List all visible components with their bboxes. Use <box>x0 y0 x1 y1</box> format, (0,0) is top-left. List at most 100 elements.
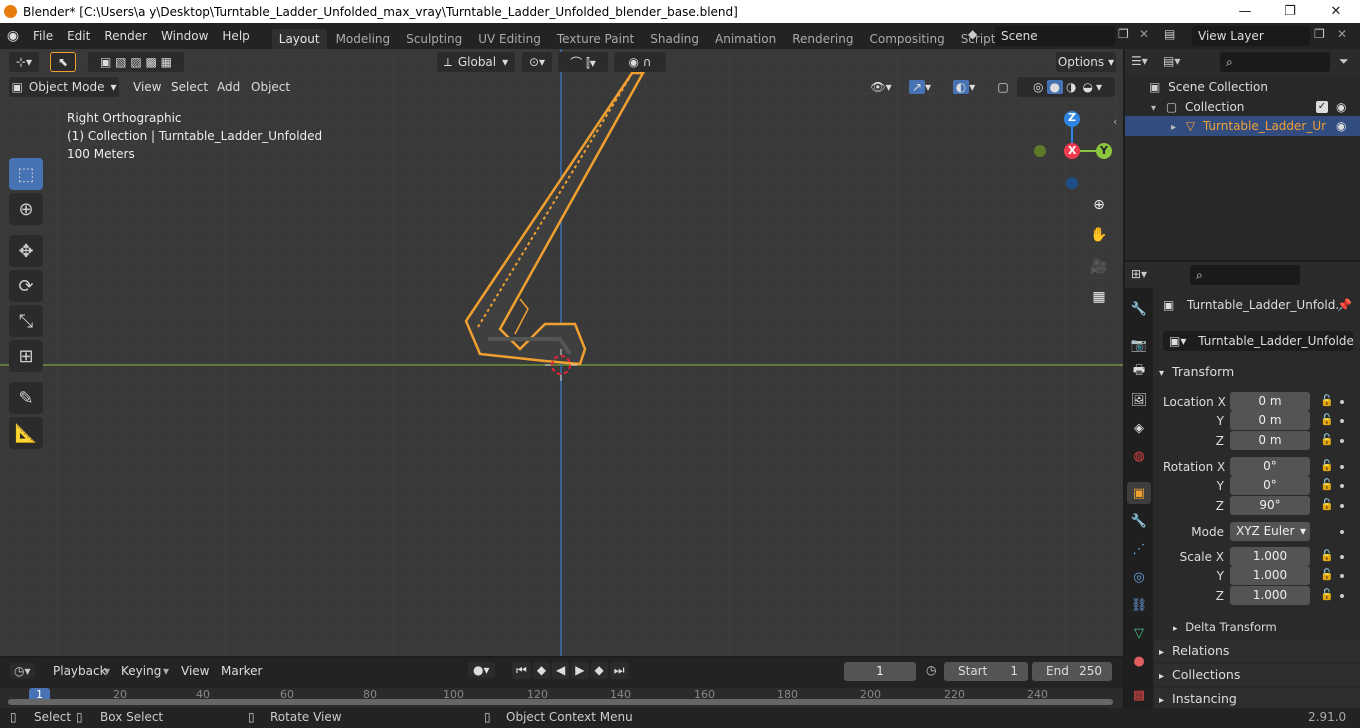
rendered-shading-icon[interactable]: ◒ <box>1079 80 1095 94</box>
prev-keyframe-icon[interactable]: ◆ <box>532 662 551 679</box>
rotation-z-field[interactable]: 90° <box>1230 496 1310 515</box>
mode-dropdown[interactable]: ▣ Object Mode ▾ <box>9 77 119 97</box>
end-frame-field[interactable]: End 250 <box>1032 662 1112 681</box>
transform-section-header[interactable]: ▾ Transform <box>1155 361 1360 383</box>
lock-icon[interactable]: 🔓 <box>1320 478 1334 491</box>
instancing-section-header[interactable]: ▸ Instancing <box>1155 688 1360 708</box>
record-icon[interactable]: ●▾ <box>468 662 495 678</box>
outliner-search-input[interactable]: ⌕ <box>1220 52 1330 72</box>
pivot-point-icon[interactable]: ⊙▾ <box>522 52 552 72</box>
jump-start-icon[interactable]: ⏮ <box>512 662 531 679</box>
view-layer-copy-icon[interactable]: ❐ <box>1314 27 1325 41</box>
camera-view-icon[interactable]: 🎥 <box>1086 254 1112 280</box>
chevron-down-icon[interactable]: ▾ <box>1096 80 1102 94</box>
modifier-tab-icon[interactable]: 🔧 <box>1127 510 1151 532</box>
timeline-editor-type-icon[interactable]: ◷▾ <box>10 663 35 679</box>
object-name-field[interactable]: ▣▾ Turntable_Ladder_Unfolded <box>1163 331 1353 351</box>
lock-icon[interactable]: 🔓 <box>1320 413 1334 426</box>
outliner-row-collection[interactable]: ▾ ▢ Collection ✓ ◉ <box>1125 97 1360 117</box>
proportional-edit-icon[interactable]: ◉ ∩ <box>614 52 666 72</box>
expand-arrow-icon[interactable]: ▾ <box>1151 103 1156 114</box>
transform-tool-icon[interactable]: ⊞ <box>9 340 43 372</box>
tab-sculpting[interactable]: Sculpting <box>399 29 469 49</box>
keyframe-dot[interactable] <box>1340 555 1344 559</box>
menu-window[interactable]: Window <box>154 29 215 43</box>
filter-icon[interactable]: ⏷ <box>1339 54 1349 69</box>
properties-search-input[interactable]: ⌕ <box>1190 265 1300 285</box>
maximize-button[interactable]: ❐ <box>1267 0 1313 23</box>
preview-range-icon[interactable]: ◷ <box>926 663 936 677</box>
shading-mode-icons[interactable]: ◎ ● ◑ ◒ ▾ <box>1017 77 1115 97</box>
view-layer-tab-icon[interactable]: 🖼 <box>1127 389 1151 411</box>
rotation-y-field[interactable]: 0° <box>1230 476 1310 495</box>
scale-tool-icon[interactable]: ⤡ <box>9 305 43 337</box>
location-z-field[interactable]: 0 m <box>1230 431 1310 450</box>
tool-tab-icon[interactable]: 🔧 <box>1127 298 1151 320</box>
annotate-tool-icon[interactable]: ✎ <box>9 382 43 414</box>
scene-name-field[interactable]: Scene <box>995 26 1115 46</box>
keyframe-dot[interactable] <box>1340 530 1344 534</box>
lock-icon[interactable]: 🔓 <box>1320 588 1334 601</box>
eye-icon[interactable]: ◉ <box>1336 97 1346 117</box>
lock-icon[interactable]: 🔓 <box>1320 498 1334 511</box>
texture-tab-icon[interactable]: ▩ <box>1127 684 1151 706</box>
tab-texture-paint[interactable]: Texture Paint <box>550 29 641 49</box>
xray-icon[interactable]: ▢ <box>993 77 1013 97</box>
close-button[interactable]: ✕ <box>1313 0 1359 23</box>
display-mode-icon[interactable]: ▤▾ <box>1163 54 1180 68</box>
play-icon[interactable]: ▶ <box>571 662 589 679</box>
viewport-menu-view[interactable]: View <box>133 80 161 94</box>
scale-y-field[interactable]: 1.000 <box>1230 566 1310 585</box>
select-box-tool-icon[interactable]: ⬚ <box>9 158 43 190</box>
delta-transform-subpanel[interactable]: ▸ Delta Transform <box>1155 616 1360 638</box>
tab-shading[interactable]: Shading <box>643 29 706 49</box>
timeline-menu-playback[interactable]: Playback <box>53 664 107 678</box>
location-y-field[interactable]: 0 m <box>1230 411 1310 430</box>
tab-animation[interactable]: Animation <box>708 29 783 49</box>
menu-edit[interactable]: Edit <box>60 29 97 43</box>
3d-viewport[interactable]: ⊹▾ ⬉ ▣ ▧ ▨ ▩ ▦ ⟂ Global ▾ ⊙▾ ⌒ ⫿▾ ◉ ∩ Op… <box>0 49 1123 656</box>
outliner-editor-type-icon[interactable]: ☰▾ <box>1131 54 1148 68</box>
scale-z-field[interactable]: 1.000 <box>1230 586 1310 605</box>
collections-section-header[interactable]: ▸ Collections <box>1155 664 1360 686</box>
output-tab-icon[interactable]: 🖶 <box>1127 361 1151 383</box>
exclude-checkbox[interactable]: ✓ <box>1316 101 1328 113</box>
viewport-menu-select[interactable]: Select <box>171 80 208 94</box>
rotation-x-field[interactable]: 0° <box>1230 457 1310 476</box>
physics-tab-icon[interactable]: ◎ <box>1127 566 1151 588</box>
render-tab-icon[interactable]: 📷 <box>1127 334 1151 356</box>
tab-layout[interactable]: Layout <box>271 29 327 49</box>
rotation-mode-dropdown[interactable]: XYZ Euler ▾ <box>1230 522 1310 541</box>
lock-icon[interactable]: 🔓 <box>1320 394 1334 407</box>
properties-editor-type-icon[interactable]: ⊞▾ <box>1131 267 1147 281</box>
tab-modeling[interactable]: Modeling <box>329 29 398 49</box>
timeline-scrollbar[interactable] <box>8 699 1113 705</box>
lock-icon[interactable]: 🔓 <box>1320 459 1334 472</box>
keyframe-dot[interactable] <box>1340 465 1344 469</box>
material-tab-icon[interactable]: ● <box>1127 650 1151 672</box>
select-tool-icon[interactable]: ⬉ <box>50 52 76 72</box>
move-tool-icon[interactable]: ✥ <box>9 235 43 267</box>
tab-rendering[interactable]: Rendering <box>785 29 860 49</box>
play-reverse-icon[interactable]: ◀ <box>552 662 570 679</box>
sidebar-toggle-icon[interactable]: ‹ <box>1113 115 1117 128</box>
timeline-menu-marker[interactable]: Marker <box>221 664 262 678</box>
blender-menu-icon[interactable]: ◉ <box>0 28 26 44</box>
view-layer-field[interactable]: View Layer <box>1192 26 1310 46</box>
relations-section-header[interactable]: ▸ Relations <box>1155 640 1360 662</box>
wireframe-shading-icon[interactable]: ◎ <box>1030 80 1046 94</box>
keyframe-dot[interactable] <box>1340 504 1344 508</box>
cursor-tool-icon[interactable]: ⊕ <box>9 193 43 225</box>
material-shading-icon[interactable]: ◑ <box>1063 80 1079 94</box>
outliner-row-object[interactable]: ▸ ▽ Turntable_Ladder_Ur ◉ <box>1125 116 1360 136</box>
particles-tab-icon[interactable]: ⋰ <box>1127 538 1151 560</box>
solid-shading-icon[interactable]: ● <box>1046 80 1063 94</box>
expand-arrow-icon[interactable]: ▸ <box>1171 122 1176 133</box>
lock-icon[interactable]: 🔓 <box>1320 549 1334 562</box>
overlay-toggle-icon[interactable]: ◐ ▾ <box>946 77 982 97</box>
rotate-tool-icon[interactable]: ⟳ <box>9 270 43 302</box>
keyframe-dot[interactable] <box>1340 574 1344 578</box>
keyframe-dot[interactable] <box>1340 400 1344 404</box>
timeline-ruler[interactable]: 1 20 40 60 80 100 120 140 160 180 200 22… <box>0 688 1123 708</box>
constraints-tab-icon[interactable]: ⛓ <box>1127 594 1151 616</box>
